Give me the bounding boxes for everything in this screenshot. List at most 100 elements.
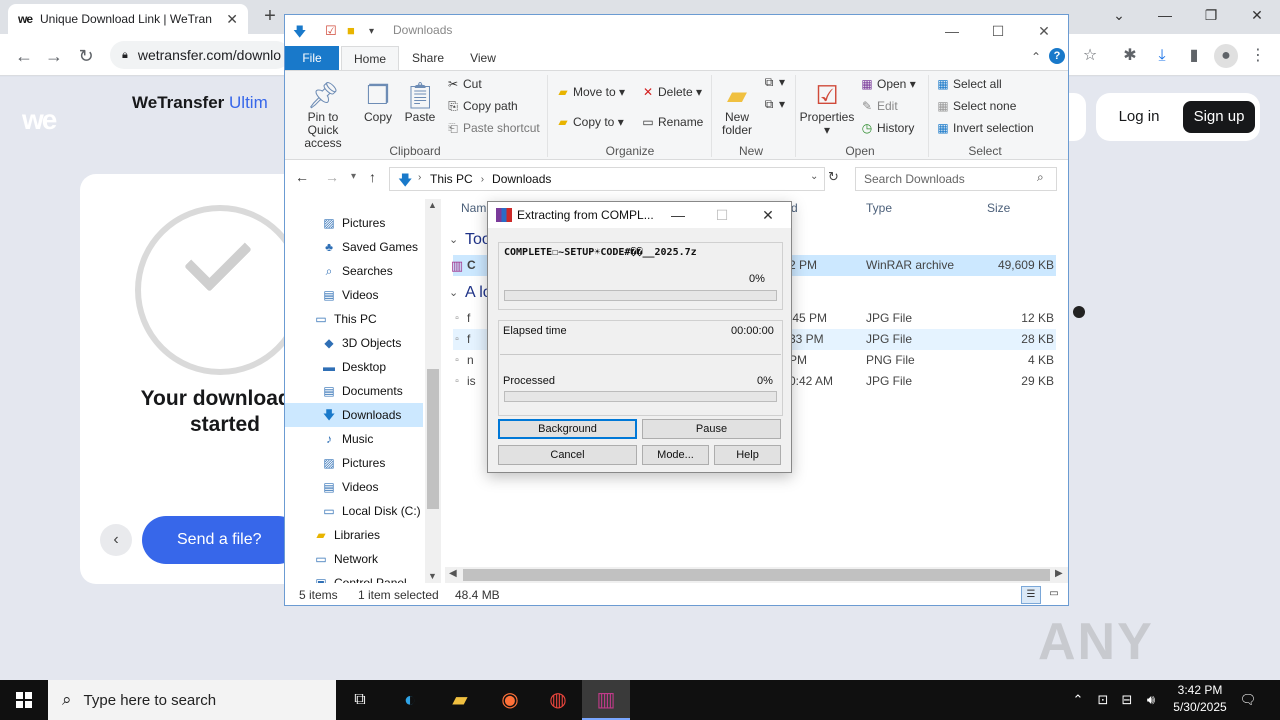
signup-button[interactable]: Sign up (1183, 101, 1255, 133)
cancel-button[interactable]: Cancel (498, 445, 637, 465)
recent-locations-icon[interactable]: ▾ (351, 171, 356, 182)
pin-quick-access-button[interactable]: 📌︎ Pin to Quick access (291, 79, 355, 150)
nav-item[interactable]: ▰ Libraries (285, 523, 423, 547)
menu-icon[interactable]: ⋮ (1246, 44, 1270, 68)
column-type[interactable]: Type (866, 201, 892, 215)
details-view-icon[interactable]: ☰ (1021, 586, 1041, 604)
tab-file[interactable]: File (285, 46, 339, 70)
nav-item[interactable]: ▬ Desktop (285, 355, 423, 379)
firefox-icon[interactable]: ◉ (486, 680, 534, 720)
scroll-right-icon[interactable]: ▶ (1055, 568, 1063, 579)
tab-search-icon[interactable]: ⌄ (1096, 0, 1142, 30)
task-view-icon[interactable]: ⧉ (336, 680, 384, 720)
notifications-icon[interactable]: 🗨︎ (1236, 680, 1260, 720)
nav-item[interactable]: ▭ Local Disk (C:) (285, 499, 423, 523)
nav-item[interactable]: ▭ This PC (285, 307, 423, 331)
pause-button[interactable]: Pause (642, 419, 781, 439)
volume-icon[interactable]: 🔊︎ (1140, 680, 1162, 720)
new-folder-qa-icon[interactable]: ■ (347, 23, 355, 38)
address-dropdown-icon[interactable]: ⌄ (810, 171, 818, 182)
nav-item[interactable]: ▣ Control Panel (285, 571, 423, 583)
nav-item[interactable]: ▨ Pictures (285, 211, 423, 235)
history-button[interactable]: ◷ History (859, 121, 915, 135)
collapse-ribbon-icon[interactable]: ⌃ (1031, 50, 1041, 64)
new-item-icon[interactable]: ⧉ ▾ (761, 75, 785, 90)
breadcrumb-downloads[interactable]: Downloads (492, 172, 551, 186)
easy-access-icon[interactable]: ⧉ ▾ (761, 97, 785, 112)
profile-icon[interactable]: ● (1214, 44, 1238, 68)
paste-shortcut-button[interactable]: ⎗ Paste shortcut (445, 121, 540, 136)
explorer-address-bar[interactable]: 🡇 › This PC › Downloads ⌄ (389, 167, 825, 191)
download-icon[interactable]: ⤓ (1150, 44, 1174, 68)
background-button[interactable]: Background (498, 419, 637, 439)
help-button[interactable]: Help (714, 445, 781, 465)
browser-close-button[interactable]: ✕ (1234, 0, 1280, 30)
browser-minimize-button[interactable]: — (1142, 0, 1188, 30)
copy-button[interactable]: ❐ Copy (361, 79, 395, 124)
up-icon[interactable]: ↑ (369, 169, 376, 185)
nav-item[interactable]: ◆ 3D Objects (285, 331, 423, 355)
explorer-search-input[interactable]: Search Downloads (855, 167, 1057, 191)
taskbar-search[interactable]: ⌕ Type here to search (48, 680, 336, 720)
winrar-minimize-button[interactable]: — (658, 204, 698, 226)
invert-selection-button[interactable]: ▦ Invert selection (935, 121, 1033, 135)
explorer-forward-icon[interactable]: → (325, 169, 339, 185)
explorer-close-button[interactable]: ✕ (1021, 17, 1067, 45)
copy-to-button[interactable]: ▰ Copy to ▾ (555, 115, 623, 129)
explorer-maximize-button[interactable]: ☐ (975, 17, 1021, 45)
nav-item[interactable]: ▤ Videos (285, 475, 423, 499)
tray-device-icon[interactable]: ⊡ (1092, 680, 1114, 720)
nav-item[interactable]: ▤ Videos (285, 283, 423, 307)
bookmark-star-icon[interactable]: ☆ (1078, 44, 1102, 68)
nav-item[interactable]: ♣ Saved Games (285, 235, 423, 259)
select-all-button[interactable]: ▦ Select all (935, 77, 1001, 91)
nav-item[interactable]: ▨ Pictures (285, 451, 423, 475)
explorer-back-icon[interactable]: ← (295, 169, 309, 185)
tab-home[interactable]: Home (341, 46, 399, 70)
mode-button[interactable]: Mode... (642, 445, 709, 465)
delete-button[interactable]: ✕ Delete ▾ (640, 85, 702, 99)
nav-item[interactable]: ⌕ Searches (285, 259, 423, 283)
scroll-down-icon[interactable]: ▼ (428, 571, 437, 581)
paste-button[interactable]: 📋︎ Paste (401, 79, 439, 124)
winrar-taskbar-icon[interactable]: ▥ (582, 680, 630, 720)
nav-scrollbar-thumb[interactable] (427, 369, 439, 509)
chevron-left-icon[interactable]: ‹ (100, 524, 132, 556)
winrar-maximize-button[interactable]: ☐ (702, 204, 742, 226)
edit-button[interactable]: ✎ Edit (859, 99, 898, 113)
explorer-minimize-button[interactable]: — (929, 17, 975, 45)
large-icons-view-icon[interactable]: ▭ (1045, 586, 1063, 604)
forward-icon[interactable]: → (42, 44, 66, 68)
new-tab-button[interactable]: + (258, 4, 282, 28)
tab-close-icon[interactable]: ✕ (226, 11, 238, 28)
nav-item[interactable]: ♪ Music (285, 427, 423, 451)
send-file-button[interactable]: Send a file? (142, 516, 302, 564)
rename-button[interactable]: ▭ Rename (640, 115, 703, 129)
horizontal-scrollbar-thumb[interactable] (463, 569, 1050, 581)
column-name[interactable]: Nam (461, 201, 486, 215)
tray-chevron-icon[interactable]: ⌃ (1068, 680, 1088, 720)
nav-item[interactable]: 🡇 Downloads (285, 403, 423, 427)
new-folder-button[interactable]: ▰ New folder (715, 79, 759, 137)
tab-view[interactable]: View (457, 46, 509, 70)
copy-path-button[interactable]: ⎘ Copy path (445, 99, 518, 114)
chrome-taskbar-icon[interactable]: ◍ (534, 680, 582, 720)
column-date[interactable]: d (791, 201, 798, 215)
properties-button[interactable]: ☑ Properties ▾ (799, 79, 855, 137)
browser-restore-button[interactable]: ❐ (1188, 0, 1234, 30)
edge-icon[interactable]: ◐ (386, 680, 434, 720)
scroll-up-icon[interactable]: ▲ (428, 200, 437, 210)
breadcrumb-this-pc[interactable]: This PC (430, 172, 473, 186)
file-explorer-taskbar-icon[interactable]: ▰ (436, 680, 484, 720)
open-button[interactable]: ▦ Open ▾ (859, 77, 915, 91)
refresh-icon[interactable]: ↻ (828, 169, 839, 185)
nav-item[interactable]: ▤ Documents (285, 379, 423, 403)
help-icon[interactable]: ? (1049, 48, 1065, 64)
side-panel-icon[interactable]: ▮ (1182, 44, 1206, 68)
taskbar-clock[interactable]: 3:42 PM 5/30/2025 (1160, 682, 1240, 716)
winrar-close-button[interactable]: ✕ (748, 204, 788, 226)
column-size[interactable]: Size (987, 201, 1010, 215)
cut-button[interactable]: ✂ Cut (445, 77, 482, 91)
reload-icon[interactable]: ↻ (74, 44, 98, 68)
tab-share[interactable]: Share (403, 46, 453, 70)
